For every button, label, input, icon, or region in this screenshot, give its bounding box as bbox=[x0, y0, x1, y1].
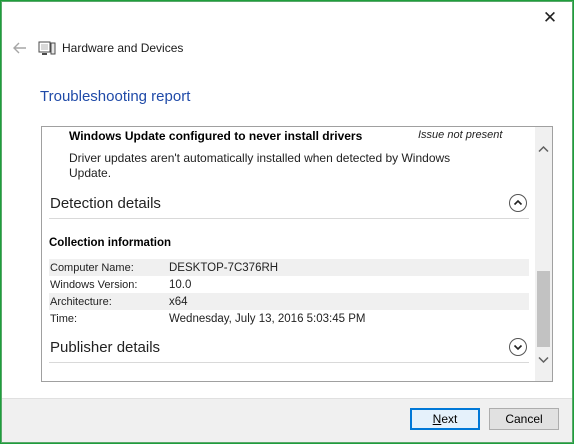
vertical-scrollbar[interactable] bbox=[535, 127, 552, 381]
collapse-button[interactable] bbox=[509, 194, 527, 212]
issue-title: Windows Update configured to never insta… bbox=[69, 129, 363, 143]
issue-description: Driver updates aren't automatically inst… bbox=[69, 151, 451, 180]
section-divider bbox=[49, 362, 529, 363]
scroll-down-icon bbox=[538, 356, 549, 363]
nav-bar: Hardware and Devices bbox=[10, 38, 183, 58]
troubleshooter-window: ✕ Hardware and Devices Troubleshooting r… bbox=[1, 1, 573, 443]
chevron-up-icon bbox=[513, 199, 523, 206]
next-button[interactable]: Next bbox=[410, 408, 480, 430]
table-row: Computer Name: DESKTOP-7C376RH bbox=[49, 259, 529, 276]
table-row: Time: Wednesday, July 13, 2016 5:03:45 P… bbox=[49, 310, 529, 327]
next-label-rest: ext bbox=[441, 412, 458, 426]
app-title: Hardware and Devices bbox=[62, 41, 184, 55]
page-title: Troubleshooting report bbox=[40, 88, 191, 105]
back-arrow-icon[interactable] bbox=[10, 39, 30, 57]
info-value: x64 bbox=[169, 295, 188, 308]
info-key: Windows Version: bbox=[50, 278, 138, 291]
close-button[interactable]: ✕ bbox=[536, 6, 564, 30]
info-key: Time: bbox=[50, 312, 78, 325]
collection-info-table: Computer Name: DESKTOP-7C376RH Windows V… bbox=[49, 259, 529, 327]
collection-info-title: Collection information bbox=[49, 237, 172, 249]
publisher-details-label: Publisher details bbox=[50, 339, 161, 356]
next-access-key: N bbox=[432, 412, 442, 426]
info-value: Wednesday, July 13, 2016 5:03:45 PM bbox=[169, 312, 366, 325]
publisher-details-header[interactable]: Publisher details bbox=[49, 337, 529, 363]
report-panel: Windows Update configured to never insta… bbox=[41, 126, 553, 382]
detection-details-header[interactable]: Detection details bbox=[49, 193, 529, 219]
info-key: Computer Name: bbox=[50, 261, 134, 274]
section-divider bbox=[49, 218, 529, 219]
report-content: Windows Update configured to never insta… bbox=[42, 127, 535, 381]
info-value: 10.0 bbox=[169, 278, 192, 291]
scroll-up-button[interactable] bbox=[535, 140, 552, 157]
cancel-button[interactable]: Cancel bbox=[489, 408, 559, 430]
detection-details-label: Detection details bbox=[50, 195, 161, 212]
table-row: Windows Version: 10.0 bbox=[49, 276, 529, 293]
scroll-up-icon bbox=[538, 145, 549, 152]
info-value: DESKTOP-7C376RH bbox=[169, 261, 279, 274]
scroll-thumb[interactable] bbox=[537, 271, 550, 347]
close-icon: ✕ bbox=[542, 8, 558, 27]
chevron-down-icon bbox=[513, 344, 523, 351]
info-key: Architecture: bbox=[50, 295, 112, 308]
issue-status: Issue not present bbox=[418, 129, 503, 141]
hardware-devices-icon bbox=[38, 40, 56, 56]
expand-button[interactable] bbox=[509, 338, 527, 356]
dialog-footer: Next Cancel bbox=[2, 398, 572, 442]
scroll-down-button[interactable] bbox=[535, 351, 552, 368]
table-row: Architecture: x64 bbox=[49, 293, 529, 310]
